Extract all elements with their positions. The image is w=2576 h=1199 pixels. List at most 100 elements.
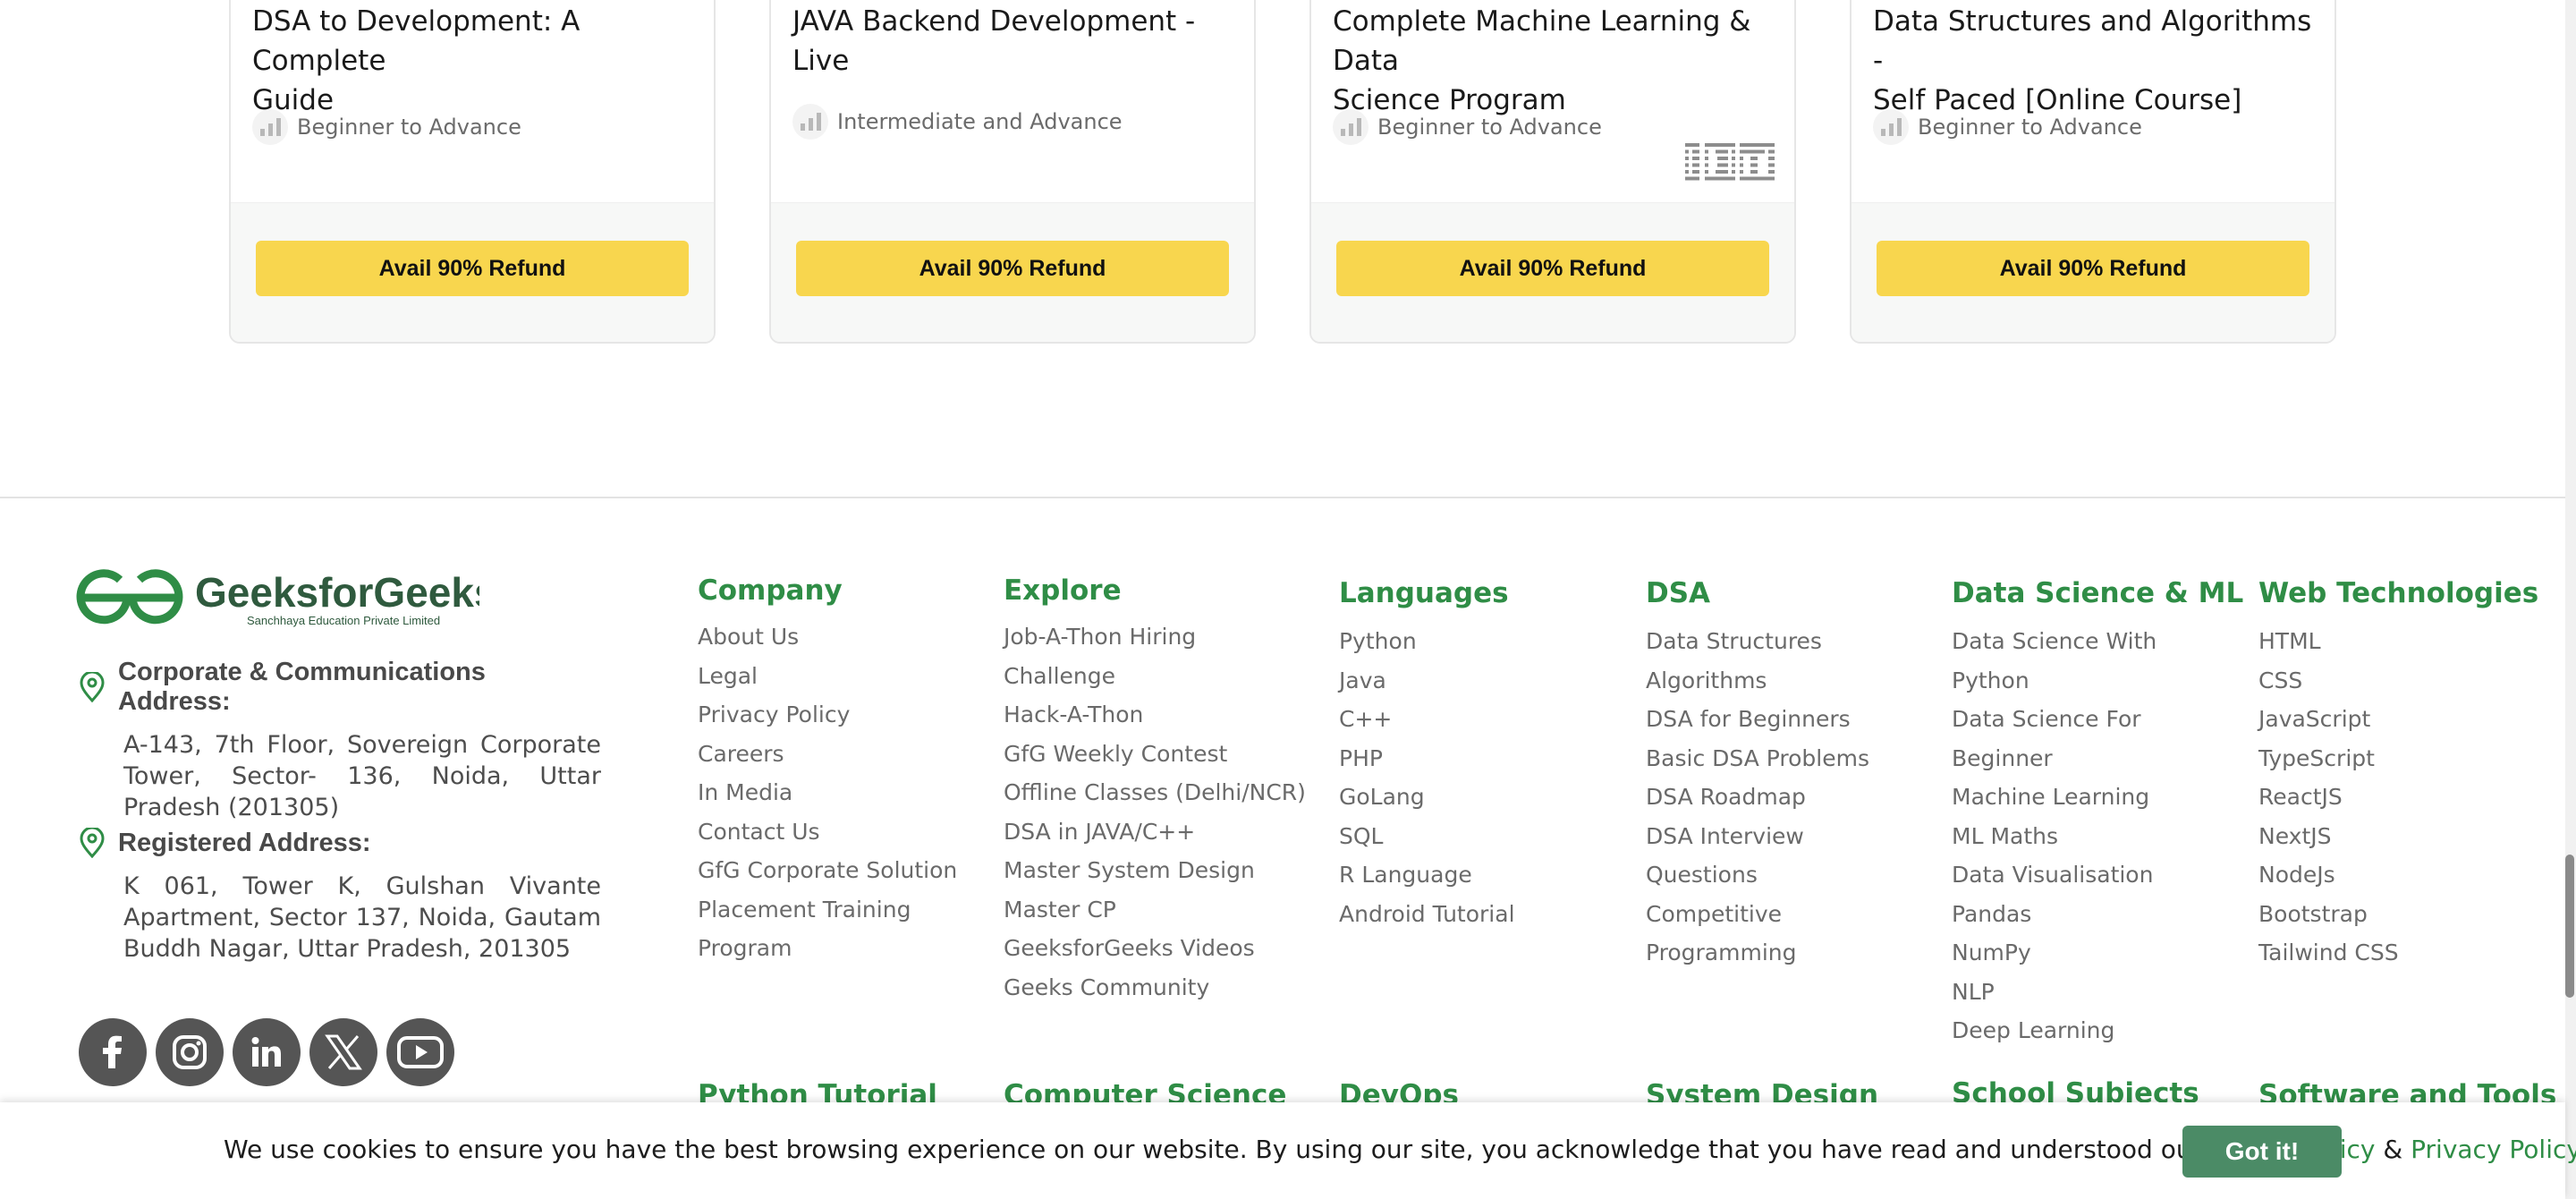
footer-link[interactable]: Legal — [698, 657, 957, 696]
scrollbar-thumb[interactable] — [2565, 855, 2574, 998]
registered-address-heading: Registered Address: — [79, 828, 601, 858]
privacy-policy-link[interactable]: Privacy Policy — [2411, 1135, 2576, 1164]
footer-link[interactable]: TypeScript — [2258, 739, 2538, 778]
footer-link[interactable]: Master CP — [1004, 890, 1306, 930]
level-bars-icon — [792, 104, 828, 140]
footer-link[interactable]: Placement Training — [698, 890, 957, 930]
column-heading: Company — [698, 574, 843, 607]
course-level-label: Beginner to Advance — [1918, 115, 2142, 140]
footer-link[interactable]: Algorithms — [1646, 661, 1869, 701]
course-card-footer: Avail 90% Refund — [1852, 202, 2334, 342]
instagram-icon[interactable] — [156, 1018, 224, 1086]
footer-link[interactable]: Machine Learning — [1952, 778, 2243, 817]
footer-link[interactable]: SQL — [1339, 817, 1515, 856]
course-level-label: Intermediate and Advance — [837, 109, 1123, 134]
footer-link[interactable]: Geeks Community — [1004, 968, 1306, 1008]
course-level-label: Beginner to Advance — [297, 115, 521, 140]
footer-link[interactable]: Questions — [1646, 855, 1869, 895]
footer-link[interactable]: Bootstrap — [2258, 895, 2538, 934]
footer-link[interactable]: Programming — [1646, 933, 1869, 973]
course-title[interactable]: Complete Machine Learning & Data Science… — [1333, 2, 1773, 120]
footer-link[interactable]: GfG Corporate Solution — [698, 851, 957, 890]
footer-link[interactable]: NLP — [1952, 973, 2243, 1012]
course-level: Beginner to Advance — [1873, 109, 2142, 145]
section-divider — [0, 497, 2565, 498]
social-links — [79, 1018, 454, 1086]
course-level: Beginner to Advance — [1333, 109, 1602, 145]
footer-link[interactable]: Master System Design — [1004, 851, 1306, 890]
course-title[interactable]: Data Structures and Algorithms - Self Pa… — [1873, 2, 2313, 120]
corporate-address-heading: Corporate & Communications Address: — [79, 658, 601, 717]
footer-link[interactable]: Data Visualisation — [1952, 855, 2243, 895]
footer-link[interactable]: PHP — [1339, 739, 1515, 778]
footer-link[interactable]: GeeksforGeeks Videos — [1004, 929, 1306, 968]
footer-link[interactable]: Offline Classes (Delhi/NCR) — [1004, 773, 1306, 812]
footer-link[interactable]: JavaScript — [2258, 700, 2538, 739]
course-card[interactable]: JAVA Backend Development - Live Intermed… — [769, 0, 1256, 344]
footer-link[interactable]: Contact Us — [698, 812, 957, 852]
course-card[interactable]: DSA to Development: A Complete Guide Beg… — [229, 0, 716, 344]
footer-link[interactable]: NumPy — [1952, 933, 2243, 973]
footer-link[interactable]: DSA for Beginners — [1646, 700, 1869, 739]
course-title[interactable]: JAVA Backend Development - Live — [792, 2, 1233, 81]
footer-column-languages: Languages Python Java C++ PHP GoLang SQL… — [1339, 577, 1515, 933]
footer-link[interactable]: ML Maths — [1952, 817, 2243, 856]
avail-refund-button[interactable]: Avail 90% Refund — [796, 241, 1229, 296]
footer-link[interactable]: Python — [1952, 661, 2243, 701]
footer-link[interactable]: Job-A-Thon Hiring — [1004, 617, 1306, 657]
footer-link[interactable]: Data Science With — [1952, 622, 2243, 661]
x-icon[interactable] — [309, 1018, 377, 1086]
course-card[interactable]: Data Structures and Algorithms - Self Pa… — [1850, 0, 2336, 344]
facebook-icon[interactable] — [79, 1018, 147, 1086]
footer-link[interactable]: NextJS — [2258, 817, 2538, 856]
footer-link[interactable]: In Media — [698, 773, 957, 812]
cookie-ampersand: & — [2375, 1135, 2411, 1164]
footer-link[interactable]: GfG Weekly Contest — [1004, 735, 1306, 774]
footer-link[interactable]: Data Science For — [1952, 700, 2243, 739]
footer-link[interactable]: About Us — [698, 617, 957, 657]
footer-link[interactable]: Tailwind CSS — [2258, 933, 2538, 973]
footer-link[interactable]: NodeJs — [2258, 855, 2538, 895]
address-heading-label: Corporate & Communications Address: — [118, 658, 486, 716]
avail-refund-button[interactable]: Avail 90% Refund — [1336, 241, 1769, 296]
location-pin-icon — [80, 672, 105, 702]
avail-refund-button[interactable]: Avail 90% Refund — [256, 241, 689, 296]
footer-link[interactable]: Program — [698, 929, 957, 968]
footer-link[interactable]: Android Tutorial — [1339, 895, 1515, 934]
geeksforgeeks-logo[interactable]: GeeksforGeeks Sanchhaya Education Privat… — [72, 565, 479, 630]
footer-link[interactable]: Competitive — [1646, 895, 1869, 934]
accept-cookies-button[interactable]: Got it! — [2182, 1126, 2342, 1178]
course-card-footer: Avail 90% Refund — [771, 202, 1254, 342]
footer-link[interactable]: DSA Interview — [1646, 817, 1869, 856]
footer-link[interactable]: Deep Learning — [1952, 1011, 2243, 1050]
footer-link[interactable]: HTML — [2258, 622, 2538, 661]
footer-link[interactable]: Beginner — [1952, 739, 2243, 778]
footer-link[interactable]: Basic DSA Problems — [1646, 739, 1869, 778]
footer-link[interactable]: DSA Roadmap — [1646, 778, 1869, 817]
footer-column-data-science: Data Science & ML Data Science With Pyth… — [1952, 577, 2243, 1050]
footer-link[interactable]: C++ — [1339, 700, 1515, 739]
course-title[interactable]: DSA to Development: A Complete Guide — [252, 2, 692, 120]
registered-address-text: K 061, Tower K, Gulshan Vivante Apartmen… — [123, 872, 601, 963]
cookie-consent-bar: We use cookies to ensure you have the be… — [0, 1102, 2576, 1199]
column-heading: Web Technologies — [2258, 577, 2539, 609]
youtube-icon[interactable] — [386, 1018, 454, 1086]
footer-link[interactable]: Data Structures — [1646, 622, 1869, 661]
footer-link[interactable]: Careers — [698, 735, 957, 774]
footer-link[interactable]: DSA in JAVA/C++ — [1004, 812, 1306, 852]
footer-link[interactable]: Challenge — [1004, 657, 1306, 696]
footer-link[interactable]: Privacy Policy — [698, 695, 957, 735]
avail-refund-button[interactable]: Avail 90% Refund — [1877, 241, 2309, 296]
footer-link[interactable]: Hack-A-Thon — [1004, 695, 1306, 735]
footer-link[interactable]: R Language — [1339, 855, 1515, 895]
footer-link[interactable]: ReactJS — [2258, 778, 2538, 817]
footer-link[interactable]: Pandas — [1952, 895, 2243, 934]
footer-link[interactable]: CSS — [2258, 661, 2538, 701]
page-scrollbar[interactable] — [2565, 0, 2576, 1199]
course-card[interactable]: Complete Machine Learning & Data Science… — [1309, 0, 1796, 344]
course-cards: DSA to Development: A Complete Guide Beg… — [0, 0, 2576, 358]
footer-link[interactable]: Java — [1339, 661, 1515, 701]
linkedin-icon[interactable] — [233, 1018, 301, 1086]
footer-link[interactable]: GoLang — [1339, 778, 1515, 817]
footer-link[interactable]: Python — [1339, 622, 1515, 661]
